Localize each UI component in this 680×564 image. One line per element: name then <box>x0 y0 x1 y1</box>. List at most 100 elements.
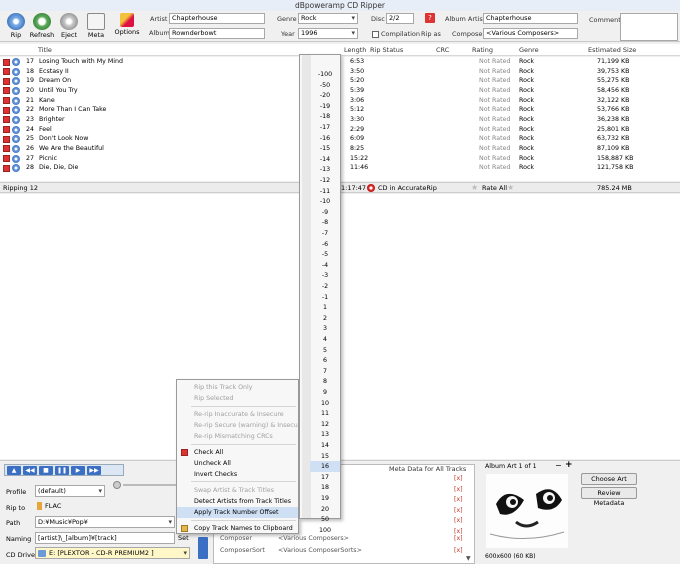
track-checkbox[interactable] <box>3 164 10 172</box>
context-menu-item[interactable]: Check All <box>177 447 298 458</box>
offset-option[interactable]: -100 <box>310 69 340 80</box>
offset-option[interactable]: 10 <box>310 398 340 409</box>
track-rating[interactable]: Not Rated <box>479 57 510 67</box>
naming-field[interactable]: [artist]\_[album]¥[track] <box>35 532 175 544</box>
offset-option[interactable]: -14 <box>310 154 340 165</box>
offset-option[interactable]: 2 <box>310 313 340 324</box>
track-rating[interactable]: Not Rated <box>479 154 510 164</box>
offset-option[interactable]: -50 <box>310 80 340 91</box>
profile-dropdown[interactable]: (default) <box>35 485 105 497</box>
offset-option[interactable]: -8 <box>310 217 340 228</box>
track-checkbox[interactable] <box>3 77 10 85</box>
offset-option[interactable]: -20 <box>310 90 340 101</box>
stop-icon[interactable]: ■ <box>39 466 53 475</box>
meta-row-composer[interactable]: Composer <Various Composers> [x] <box>218 535 473 545</box>
column-genre[interactable]: Genre <box>519 46 539 54</box>
minus-icon[interactable]: − <box>555 461 562 470</box>
offset-option[interactable]: -1 <box>310 292 340 303</box>
offset-option[interactable]: -6 <box>310 239 340 250</box>
choose-art-button[interactable]: Choose Art <box>581 473 637 485</box>
track-rating[interactable]: Not Rated <box>479 96 510 106</box>
context-menu-item[interactable]: Copy Track Names to Clipboard <box>177 523 298 534</box>
offset-option[interactable]: 4 <box>310 334 340 345</box>
offset-option[interactable]: -10 <box>310 196 340 207</box>
clear-field-marker[interactable]: [x] <box>454 507 463 514</box>
composer-field[interactable]: <Various Composers> <box>483 28 578 39</box>
offset-option[interactable]: -17 <box>310 122 340 133</box>
context-menu-item[interactable]: Uncheck All <box>177 458 298 469</box>
disc-field[interactable]: 2/2 <box>386 13 414 24</box>
offset-option[interactable]: 13 <box>310 429 340 440</box>
offset-option[interactable]: 17 <box>310 472 340 483</box>
column-rating[interactable]: Rating <box>472 46 493 54</box>
offset-option[interactable]: 9 <box>310 387 340 398</box>
compilation-checkbox[interactable] <box>372 31 379 38</box>
track-rating[interactable]: Not Rated <box>479 105 510 115</box>
track-checkbox[interactable] <box>3 145 10 153</box>
dsp-icon[interactable] <box>198 537 208 559</box>
refresh-button[interactable]: Refresh <box>28 13 56 39</box>
album-artist-field[interactable]: Chapterhouse <box>483 13 578 24</box>
rip-to-format[interactable]: FLAC <box>35 501 175 513</box>
year-dropdown[interactable]: 1996 <box>298 28 358 39</box>
clear-field-marker[interactable]: [x] <box>454 475 463 482</box>
offset-option[interactable]: 15 <box>310 451 340 462</box>
offset-option[interactable]: -11 <box>310 186 340 197</box>
offset-option[interactable]: -7 <box>310 228 340 239</box>
context-menu-item[interactable]: Apply Track Number Offset <box>177 507 298 518</box>
clear-field-marker[interactable]: [x] <box>454 528 463 535</box>
offset-option[interactable]: 14 <box>310 440 340 451</box>
track-rating[interactable]: Not Rated <box>479 163 510 173</box>
rewind-icon[interactable]: ◀◀ <box>23 466 37 475</box>
track-checkbox[interactable] <box>3 106 10 114</box>
offset-option[interactable]: 19 <box>310 493 340 504</box>
offset-option[interactable]: -5 <box>310 249 340 260</box>
context-menu-item[interactable]: Detect Artists from Track Titles <box>177 496 298 507</box>
track-rating[interactable]: Not Rated <box>479 67 510 77</box>
offset-option[interactable]: 20 <box>310 504 340 515</box>
track-rating[interactable]: Not Rated <box>479 125 510 135</box>
offset-option[interactable]: 100 <box>310 525 340 536</box>
scroll-down-icon[interactable]: ▼ <box>466 555 471 562</box>
track-rating[interactable]: Not Rated <box>479 86 510 96</box>
track-rating[interactable]: Not Rated <box>479 134 510 144</box>
clear-field-marker[interactable]: [x] <box>454 496 463 503</box>
rate-all-button[interactable]: Rate All <box>482 184 507 193</box>
artist-field[interactable]: Chapterhouse <box>169 13 265 24</box>
set-button[interactable]: Set <box>178 534 189 542</box>
offset-option[interactable]: 6 <box>310 355 340 366</box>
track-checkbox[interactable] <box>3 116 10 124</box>
clear-field-marker[interactable]: [x] <box>454 486 463 493</box>
comment-field[interactable] <box>620 13 678 41</box>
offset-option[interactable]: -4 <box>310 260 340 271</box>
track-checkbox[interactable] <box>3 135 10 143</box>
play-icon[interactable]: ▲ <box>7 466 21 475</box>
play-forward-icon[interactable]: ▶ <box>71 466 85 475</box>
genre-dropdown[interactable]: Rock <box>298 13 358 24</box>
track-checkbox[interactable] <box>3 58 10 66</box>
offset-option[interactable]: 12 <box>310 419 340 430</box>
track-checkbox[interactable] <box>3 155 10 162</box>
offset-option[interactable]: 5 <box>310 345 340 356</box>
offset-option[interactable]: 8 <box>310 376 340 387</box>
column-crc[interactable]: CRC <box>436 46 449 54</box>
cd-drive-dropdown[interactable]: E: [PLEXTOR - CD-R PREMIUM2 ] <box>35 547 190 559</box>
track-rating[interactable]: Not Rated <box>479 76 510 86</box>
clear-field-marker[interactable]: [x] <box>454 517 463 524</box>
offset-option[interactable]: 18 <box>310 482 340 493</box>
offset-option[interactable]: 50 <box>310 514 340 525</box>
track-checkbox[interactable] <box>3 87 10 95</box>
help-icon[interactable]: ? <box>425 13 435 23</box>
offset-option[interactable]: -9 <box>310 207 340 218</box>
track-rating[interactable]: Not Rated <box>479 115 510 125</box>
path-dropdown[interactable]: D:¥Music¥Pop¥ <box>35 516 175 528</box>
album-field[interactable]: Rownderbowt <box>169 28 265 39</box>
rip-button[interactable]: Rip <box>2 13 30 39</box>
review-metadata-button[interactable]: Review Metadata <box>581 487 637 507</box>
offset-option[interactable]: 16 <box>310 461 340 473</box>
album-art-image[interactable] <box>486 474 568 548</box>
fast-forward-icon[interactable]: ▶▶ <box>87 466 101 475</box>
offset-option[interactable]: -19 <box>310 101 340 112</box>
offset-option[interactable]: 11 <box>310 408 340 419</box>
track-checkbox[interactable] <box>3 126 10 134</box>
